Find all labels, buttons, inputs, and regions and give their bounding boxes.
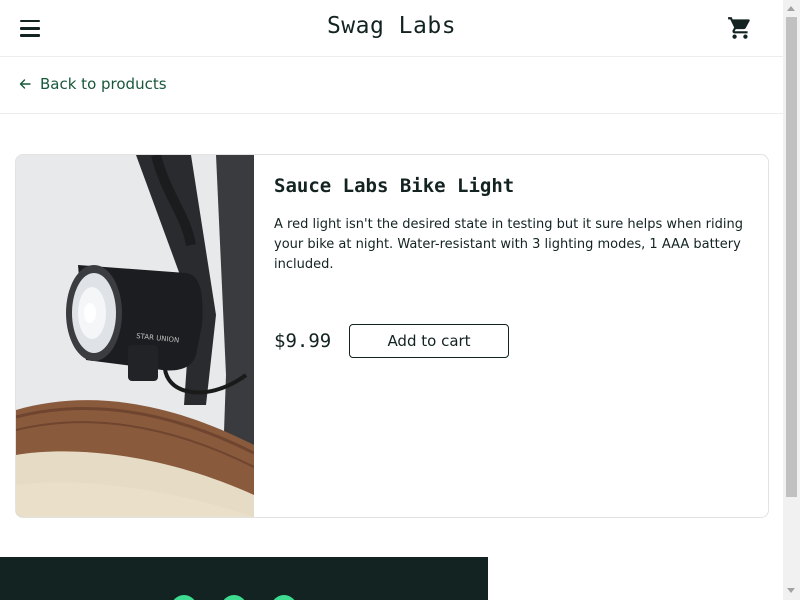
product-image: STAR UNION <box>16 155 254 517</box>
shopping-cart-icon[interactable] <box>727 15 753 41</box>
header: Swag Labs <box>0 0 783 57</box>
secondary-header: Back to products <box>0 57 783 114</box>
back-to-products-button[interactable]: Back to products <box>18 75 167 93</box>
vertical-scrollbar[interactable] <box>783 0 800 600</box>
product-price: $9.99 <box>274 330 332 352</box>
page: Swag Labs Back to products STAR UNION Sa… <box>0 0 783 600</box>
scroll-up-arrow-icon[interactable] <box>787 6 795 11</box>
add-to-cart-button[interactable]: Add to cart <box>349 324 509 358</box>
arrow-left-icon <box>19 79 31 89</box>
linkedin-icon[interactable] <box>271 595 297 600</box>
back-to-products-label: Back to products <box>40 75 167 93</box>
scroll-down-arrow-icon[interactable] <box>787 588 795 593</box>
product-description: A red light isn't the desired state in t… <box>274 217 743 272</box>
footer <box>0 557 488 600</box>
scrollbar-thumb[interactable] <box>786 17 797 497</box>
twitter-icon[interactable] <box>171 595 197 600</box>
price-row: $9.99 Add to cart <box>274 324 509 358</box>
facebook-icon[interactable] <box>221 595 247 600</box>
product-info: Sauce Labs Bike Light A red light isn't … <box>274 175 744 358</box>
product-name: Sauce Labs Bike Light <box>274 175 515 197</box>
product-details-card: STAR UNION Sauce Labs Bike Light A red l… <box>15 154 769 518</box>
app-title: Swag Labs <box>326 13 457 39</box>
